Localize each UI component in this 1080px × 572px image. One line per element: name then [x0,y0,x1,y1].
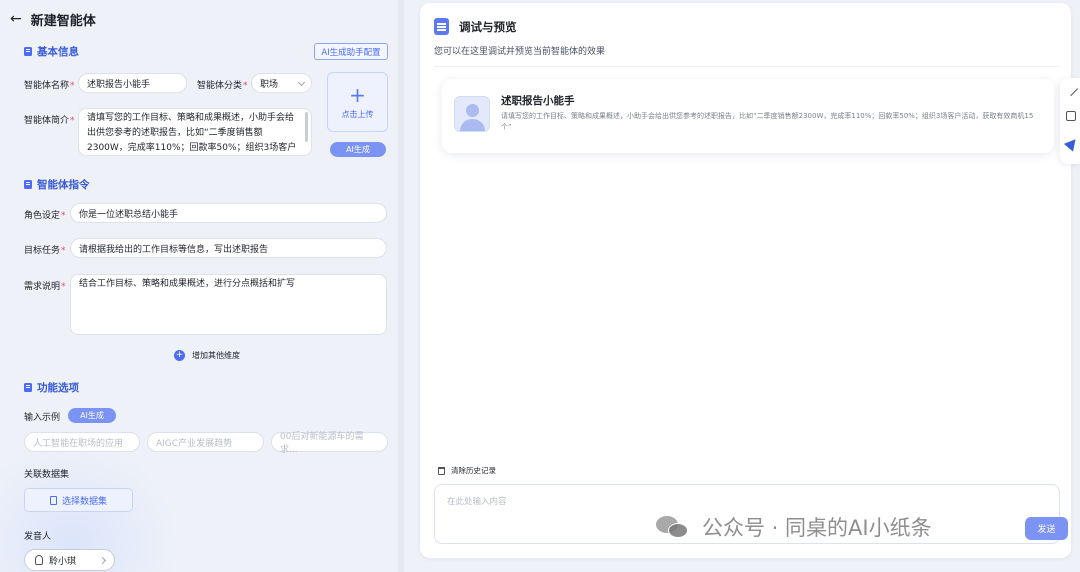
section-title: 智能体指令 [37,179,90,191]
preview-header: 调试与预览 [434,18,517,35]
calendar-edit-icon[interactable] [1066,111,1076,121]
requirement-label: 需求说明* [24,282,66,292]
trash-icon [438,466,445,475]
select-dataset-button[interactable]: 选择数据集 [24,488,133,512]
grid-icon [24,383,32,392]
voice-value: 聆小琪 [49,556,77,567]
agent-card: 述职报告小能手 请填写您的工作目标、策略和成果概述，小助手会给出供您参考的述职报… [442,79,1054,153]
page-title: 新建智能体 [30,13,96,29]
clear-history-label: 清除历史记录 [451,466,496,475]
watermark: 公众号 · 同桌的AI小纸条 [656,512,932,542]
example-input-2[interactable]: AIGC产业发展趋势 [147,432,264,452]
preview-document-icon [434,18,449,35]
name-input[interactable]: 述职报告小能手 [78,73,187,93]
agent-name: 述职报告小能手 [501,95,575,107]
chevron-down-icon [297,78,306,87]
example-input-3[interactable]: 00后对新能源车的需求... [271,432,388,455]
preview-title: 调试与预览 [459,19,517,34]
plus-icon: + [349,82,366,107]
ai-generate-examples-button[interactable]: AI生成 [68,408,116,423]
ai-generate-avatar-button[interactable]: AI生成 [330,142,386,157]
magic-wand-icon[interactable] [1063,81,1079,97]
preview-panel: 调试与预览 您可以在这里调试并预览当前智能体的效果 述职报告小能手 请填写您的工… [420,3,1071,558]
category-label: 智能体分类* [197,81,248,91]
side-toolbar [1060,78,1080,164]
intro-text: 请填写您的工作目标、策略和成果概述，小助手会给出供您参考的述职报告，比如“二季度… [87,113,297,153]
section-title: 功能选项 [37,382,79,394]
add-dimension-button[interactable]: + 增加其他维度 [174,350,240,361]
voice-select[interactable]: 聆小琪 [24,549,115,571]
name-label: 智能体名称* [24,81,75,91]
intro-label: 智能体简介* [24,116,75,126]
watermark-text: 公众号 · 同桌的AI小纸条 [702,516,932,540]
agent-description: 请填写您的工作目标、策略和成果概述，小助手会给出供您参考的述职报告，比如“二季度… [501,112,1034,131]
category-select[interactable]: 职场 [251,73,312,93]
rocket-icon[interactable] [1063,135,1080,152]
intro-textarea[interactable]: 请填写您的工作目标、策略和成果概述，小助手会给出供您参考的述职报告，比如“二季度… [78,108,312,156]
category-value: 职场 [260,79,279,90]
send-button[interactable]: 发送 [1025,517,1068,540]
avatar-body-icon [460,119,485,131]
document-icon [24,47,32,56]
config-panel: ← 新建智能体 基本信息 AI生成助手配置 智能体名称* 述职报告小能手 智能体… [0,0,404,572]
add-dimension-label: 增加其他维度 [192,351,240,360]
ai-config-button[interactable]: AI生成助手配置 [314,43,388,60]
section-basic-info: 基本信息 [24,44,79,59]
clear-history-button[interactable]: 清除历史记录 [438,465,496,476]
requirement-textarea[interactable]: 结合工作目标、策略和成果概述，进行分点概括和扩写 [70,274,387,335]
panel-scrollbar[interactable] [398,0,404,572]
role-input[interactable]: 你是一位述职总结小能手 [70,203,387,223]
divider [434,66,1059,67]
chat-placeholder: 在此处输入内容 [447,497,507,507]
voice-icon [35,555,43,565]
avatar-head-icon [466,104,479,117]
upload-label: 点击上传 [341,109,374,119]
section-title: 基本信息 [37,46,79,58]
avatar [454,96,490,132]
dataset-label: 关联数据集 [24,470,70,480]
textarea-scrollbar[interactable] [305,112,308,142]
goal-input[interactable]: 请根据我给出的工作目标等信息，写出述职报告 [70,238,387,258]
role-label: 角色设定* [24,211,66,221]
wechat-logo-icon [656,514,690,540]
preview-subtitle: 您可以在这里调试并预览当前智能体的效果 [434,47,606,57]
dataset-icon [49,495,57,505]
back-arrow-icon[interactable]: ← [10,9,22,29]
section-instruction: 智能体指令 [24,177,90,192]
section-features: 功能选项 [24,380,79,395]
instruction-icon [24,180,32,189]
select-dataset-label: 选择数据集 [61,496,107,507]
plus-circle-icon: + [174,350,185,361]
voice-label: 发音人 [24,532,52,542]
input-example-label: 输入示例 [24,413,61,423]
page-header: ← 新建智能体 [10,9,96,29]
chevron-right-icon [98,556,107,565]
goal-label: 目标任务* [24,246,66,256]
avatar-upload[interactable]: + 点击上传 [327,72,388,132]
example-input-1[interactable]: 人工智能在职场的应用 [24,432,140,452]
